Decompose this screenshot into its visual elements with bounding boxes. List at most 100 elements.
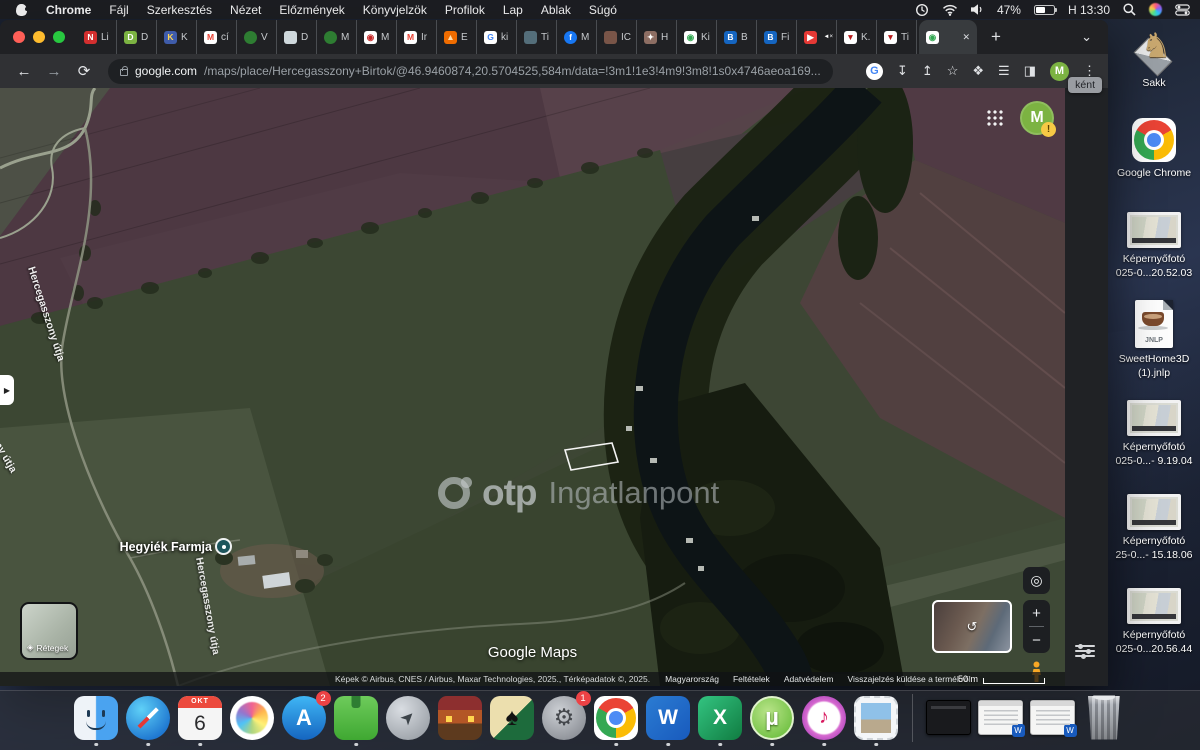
tab-6[interactable]: M [317,20,357,54]
dock-item-system-preferences[interactable]: ⚙1 [542,695,587,740]
tab-20[interactable]: ▼Ti [877,20,917,54]
desktop-icon-screenshot-4[interactable]: Képernyőfotó025-0...20.56.44 [1108,588,1200,656]
zoom-window-button[interactable] [53,31,65,43]
tab-4[interactable]: V [237,20,277,54]
sliders-icon[interactable] [1075,642,1095,658]
tab-5[interactable]: D [277,20,317,54]
profile-avatar[interactable]: M [1050,62,1069,81]
apple-menu-icon[interactable] [16,4,27,16]
attribution-link[interactable]: Adatvédelem [784,674,834,684]
menu-item-súgó[interactable]: Súgó [580,3,626,17]
dock-item-minimized-document-2[interactable]: W [1030,695,1075,740]
bookmark-star-icon[interactable]: ☆ [947,63,959,79]
layers-button[interactable]: ◈ Rétegek [20,602,78,660]
url-bar[interactable]: google.com/maps/place/Hercegasszony+Birt… [108,59,833,84]
menu-item-lap[interactable]: Lap [494,3,532,17]
menu-item-előzmények[interactable]: Előzmények [270,3,353,17]
back-button[interactable]: ← [12,63,36,80]
tab-1[interactable]: DD [117,20,157,54]
desktop-icon-sweethome3d-jnlp[interactable]: JNLPSweetHome3D(1).jnlp [1108,300,1200,380]
translate-icon[interactable]: G [866,63,883,80]
extensions-icon[interactable]: ❖ [972,63,984,79]
tab-7[interactable]: ◉M [357,20,397,54]
menu-item-könyvjelzök[interactable]: Könyvjelzök [354,3,436,17]
dock-item-rocket-app[interactable]: ➤ [386,695,431,740]
desktop-icon-google-chrome[interactable]: Google Chrome [1108,118,1200,181]
close-window-button[interactable] [13,31,25,43]
tab-0[interactable]: NLi [77,20,117,54]
desktop-icon-screenshot-1[interactable]: Képernyőfotó025-0...20.52.03 [1108,212,1200,280]
menu-item-nézet[interactable]: Nézet [221,3,270,17]
tab-list-icon[interactable]: ☰ [998,63,1010,79]
forward-button[interactable]: → [42,63,66,80]
dock-item-spades-game[interactable]: ♠ [490,695,535,740]
control-center-icon[interactable] [1175,4,1190,16]
dock-item-finder[interactable] [74,695,119,740]
siri-icon[interactable] [1149,3,1162,16]
attribution-link[interactable]: Magyarország [665,674,719,684]
tab-active-maps[interactable]: ◉✕ [919,20,977,54]
dock-item-utorrent[interactable]: µ [750,695,795,740]
tab-17[interactable]: BFi [757,20,797,54]
tab-12[interactable]: fM [557,20,597,54]
dock-item-minimized-document-1[interactable]: W [978,695,1023,740]
minimize-window-button[interactable] [33,31,45,43]
map-canvas[interactable]: Hercegasszony útja Hercegasszony útja He… [0,88,1065,686]
my-location-button[interactable]: ◎ [1023,567,1050,594]
desktop-icon-sakk[interactable]: ♞Sakk [1108,30,1200,91]
dock-item-safari[interactable] [126,695,171,740]
dock-item-music[interactable]: ♪ [802,695,847,740]
tab-13[interactable]: IC [597,20,637,54]
menubar-clock[interactable]: H 13:30 [1068,3,1110,17]
side-panel-collapse-tab[interactable]: ▶ [0,375,14,405]
status-app-icon[interactable] [915,3,929,17]
tab-14[interactable]: ✦H [637,20,677,54]
tab-18[interactable]: ▶◄× [797,20,837,54]
account-avatar[interactable]: M ! [1020,101,1054,135]
street-view-inset[interactable]: ↺ [932,600,1012,653]
spotlight-icon[interactable] [1123,3,1136,16]
attribution-link[interactable]: Feltételek [733,674,770,684]
desktop-icon-screenshot-2[interactable]: Képernyőfotó025-0...- 9.19.04 [1108,400,1200,468]
share-icon[interactable]: ↥ [922,63,933,79]
dock-item-minimized-window-dark[interactable] [926,695,971,740]
menu-item-szerkesztés[interactable]: Szerkesztés [138,3,221,17]
dock-item-excel[interactable]: X [698,695,743,740]
dock-item-mail[interactable] [854,695,899,740]
dock-item-green-app[interactable] [334,695,379,740]
tab-close-icon[interactable]: ✕ [962,32,970,43]
zoom-in-button[interactable]: + [1023,600,1050,626]
tab-10[interactable]: Gki [477,20,517,54]
tab-19[interactable]: ▼K. [837,20,877,54]
download-icon[interactable]: ↧ [897,63,908,79]
dock-item-app-store[interactable]: A2 [282,695,327,740]
tab-9[interactable]: ▲E [437,20,477,54]
tab-11[interactable]: Ti [517,20,557,54]
menu-item-profilok[interactable]: Profilok [436,3,494,17]
desktop-icon-screenshot-3[interactable]: Képernyőfotó25-0...- 15.18.06 [1108,494,1200,562]
dock-item-word[interactable]: W [646,695,691,740]
reload-button[interactable]: ⟳ [72,62,96,80]
dock-item-photos[interactable] [230,695,275,740]
wifi-icon[interactable] [942,4,958,16]
volume-icon[interactable] [971,4,984,15]
menu-item-fájl[interactable]: Fájl [100,3,137,17]
zoom-out-button[interactable]: − [1023,627,1050,653]
menu-item-ablak[interactable]: Ablak [532,3,580,17]
new-tab-button[interactable]: + [983,24,1009,50]
tab-16[interactable]: BB [717,20,757,54]
dock-item-tavern-game[interactable] [438,695,483,740]
dock-item-chrome[interactable] [594,695,639,740]
tab-15[interactable]: ◉Ki [677,20,717,54]
tab-2[interactable]: KK [157,20,197,54]
place-pin[interactable] [215,538,232,555]
dock-item-trash[interactable] [1082,695,1127,740]
side-panel-icon[interactable]: ◨ [1024,63,1036,79]
attribution-link[interactable]: Visszajelzés küldése a termékről [847,674,970,684]
tab-3[interactable]: Mcí [197,20,237,54]
tab-mute-icon[interactable]: ◄× [824,34,833,40]
tab-search-chevron-icon[interactable]: ⌄ [1081,29,1092,45]
tab-8[interactable]: MIr [397,20,437,54]
menu-item-chrome[interactable]: Chrome [37,3,100,17]
dock-item-calendar[interactable]: OKT6 [178,695,223,740]
